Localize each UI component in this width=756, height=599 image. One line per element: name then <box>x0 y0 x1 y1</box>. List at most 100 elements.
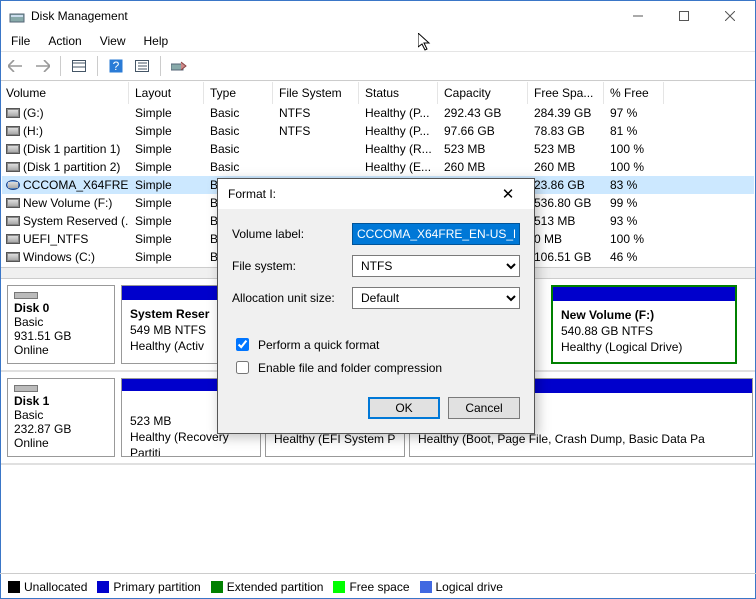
cell-status: Healthy (E... <box>359 159 438 175</box>
cell-free: 260 MB <box>528 159 604 175</box>
minimize-button[interactable] <box>615 1 661 31</box>
col-layout[interactable]: Layout <box>129 82 204 104</box>
compression-checkbox[interactable]: Enable file and folder compression <box>232 358 520 377</box>
table-row[interactable]: (G:)SimpleBasicNTFSHealthy (P...292.43 G… <box>2 104 754 122</box>
disk1-header[interactable]: Disk 1 Basic 232.87 GB Online <box>7 378 115 457</box>
cell-free: 0 MB <box>528 231 604 247</box>
cell-free: 513 MB <box>528 213 604 229</box>
legend-extended: Extended partition <box>211 580 324 594</box>
part-status: Healthy (Logical Drive) <box>561 340 682 354</box>
part-title: New Volume (F:) <box>561 308 654 322</box>
panel-icon[interactable] <box>68 55 90 77</box>
menu-view[interactable]: View <box>100 34 126 48</box>
cell-free: 106.51 GB <box>528 249 604 265</box>
disk0-partition-0[interactable]: System Reser 549 MB NTFS Healthy (Activ <box>121 285 219 364</box>
cell-status: Healthy (P... <box>359 123 438 139</box>
cell-free: 284.39 GB <box>528 105 604 121</box>
volume-icon <box>6 180 20 190</box>
cell-volume: (G:) <box>23 106 44 120</box>
cell-fs: NTFS <box>273 105 359 121</box>
part-size: 523 MB <box>130 414 171 428</box>
col-status[interactable]: Status <box>359 82 438 104</box>
cell-pct: 81 % <box>604 123 664 139</box>
cell-pct: 100 % <box>604 141 664 157</box>
part-size: 549 MB NTFS <box>130 323 206 337</box>
cell-free: 78.83 GB <box>528 123 604 139</box>
cell-type: Basic <box>204 141 273 157</box>
volume-label-label: Volume label: <box>232 227 352 241</box>
cell-fs: NTFS <box>273 123 359 139</box>
cell-free: 523 MB <box>528 141 604 157</box>
menu-help[interactable]: Help <box>144 34 169 48</box>
svg-text:?: ? <box>113 59 120 73</box>
col-free[interactable]: Free Spa... <box>528 82 604 104</box>
cell-capacity: 97.66 GB <box>438 123 528 139</box>
quick-format-input[interactable] <box>236 338 249 351</box>
cell-layout: Simple <box>129 195 204 211</box>
cell-type: Basic <box>204 105 273 121</box>
close-button[interactable] <box>707 1 753 31</box>
disk0-name: Disk 0 <box>14 301 108 315</box>
maximize-button[interactable] <box>661 1 707 31</box>
volume-label-input[interactable] <box>352 223 520 245</box>
dialog-titlebar[interactable]: Format I: ✕ <box>218 179 534 209</box>
disk-icon <box>14 292 38 299</box>
disk0-partition-newvolume[interactable]: New Volume (F:) 540.88 GB NTFS Healthy (… <box>551 285 737 364</box>
legend-unallocated: Unallocated <box>8 580 87 594</box>
filesystem-select[interactable]: NTFS <box>352 255 520 277</box>
forward-button[interactable] <box>31 55 53 77</box>
cell-layout: Simple <box>129 213 204 229</box>
table-row[interactable]: (Disk 1 partition 2)SimpleBasicHealthy (… <box>2 158 754 176</box>
disk0-state: Online <box>14 343 108 357</box>
menu-bar: File Action View Help <box>1 31 755 51</box>
disk0-size: 931.51 GB <box>14 329 108 343</box>
compression-input[interactable] <box>236 361 249 374</box>
cell-type: Basic <box>204 123 273 139</box>
cell-capacity: 523 MB <box>438 141 528 157</box>
disk1-state: Online <box>14 436 108 450</box>
volume-icon <box>6 216 20 226</box>
cell-layout: Simple <box>129 249 204 265</box>
allocation-select[interactable]: Default <box>352 287 520 309</box>
back-button[interactable] <box>5 55 27 77</box>
cell-pct: 99 % <box>604 195 664 211</box>
cell-free: 536.80 GB <box>528 195 604 211</box>
volume-icon <box>6 126 20 136</box>
volume-icon <box>6 234 20 244</box>
title-bar: Disk Management <box>1 1 755 31</box>
list-icon[interactable] <box>131 55 153 77</box>
quick-format-checkbox[interactable]: Perform a quick format <box>232 335 520 354</box>
action-icon[interactable] <box>168 55 190 77</box>
allocation-label: Allocation unit size: <box>232 291 352 305</box>
table-row[interactable]: (H:)SimpleBasicNTFSHealthy (P...97.66 GB… <box>2 122 754 140</box>
cell-volume: (Disk 1 partition 2) <box>23 160 120 174</box>
dialog-close-button[interactable]: ✕ <box>488 185 528 203</box>
col-capacity[interactable]: Capacity <box>438 82 528 104</box>
app-icon <box>9 8 25 24</box>
col-volume[interactable]: Volume <box>2 82 129 104</box>
disk0-header[interactable]: Disk 0 Basic 931.51 GB Online <box>7 285 115 364</box>
cell-fs <box>273 148 359 150</box>
ok-button[interactable]: OK <box>368 397 440 419</box>
col-type[interactable]: Type <box>204 82 273 104</box>
cancel-button[interactable]: Cancel <box>448 397 520 419</box>
help-icon[interactable]: ? <box>105 55 127 77</box>
legend-primary: Primary partition <box>97 580 200 594</box>
col-pctfree[interactable]: % Free <box>604 82 664 104</box>
volume-icon <box>6 144 20 154</box>
table-header[interactable]: Volume Layout Type File System Status Ca… <box>2 82 754 104</box>
cell-status: Healthy (P... <box>359 105 438 121</box>
format-dialog: Format I: ✕ Volume label: File system: N… <box>217 178 535 434</box>
menu-action[interactable]: Action <box>48 34 81 48</box>
table-row[interactable]: (Disk 1 partition 1)SimpleBasicHealthy (… <box>2 140 754 158</box>
cell-volume: (H:) <box>23 124 43 138</box>
cell-pct: 46 % <box>604 249 664 265</box>
legend-freespace: Free space <box>333 580 409 594</box>
cell-type: Basic <box>204 159 273 175</box>
cell-volume: New Volume (F:) <box>23 196 112 210</box>
compression-label: Enable file and folder compression <box>258 361 442 375</box>
legend: Unallocated Primary partition Extended p… <box>0 573 756 599</box>
cell-layout: Simple <box>129 231 204 247</box>
col-filesystem[interactable]: File System <box>273 82 359 104</box>
menu-file[interactable]: File <box>11 34 30 48</box>
